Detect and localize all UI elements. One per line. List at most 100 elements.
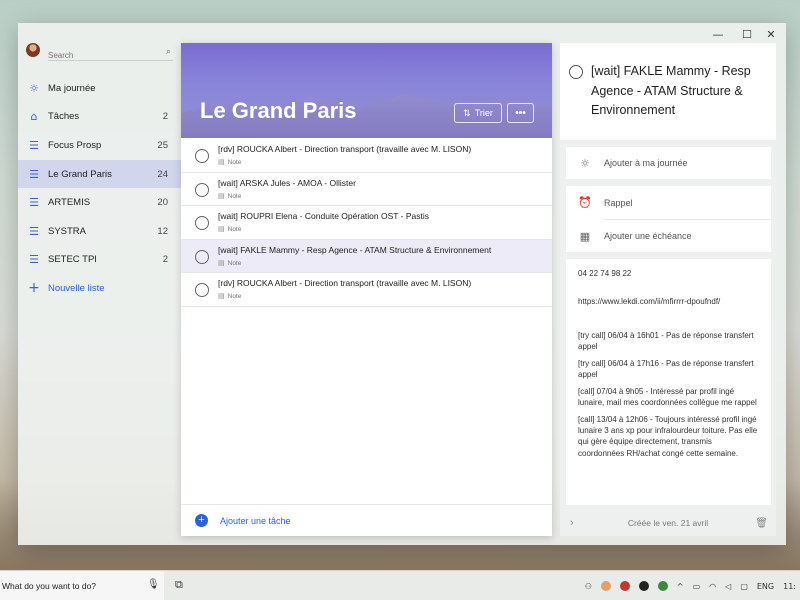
plus-icon: + — [28, 280, 40, 297]
reminder-label: Rappel — [604, 197, 633, 208]
task-row[interactable]: [rdv] ROUCKA Albert - Direction transpor… — [181, 139, 552, 173]
sort-icon: ⇅ — [463, 107, 471, 118]
task-row[interactable]: [rdv] ROUCKA Albert - Direction transpor… — [181, 273, 552, 307]
task-row[interactable]: [wait] ARSKA Jules - AMOA - Ollister ▤ No… — [181, 173, 552, 206]
sidebar-item-le-grand-paris[interactable]: ☰ Le Grand Paris 24 — [18, 159, 181, 189]
note-label: Note — [227, 293, 242, 300]
task-title[interactable]: [rdv] ROUCKA Albert - Direction transpor… — [218, 278, 471, 288]
chevron-up-icon[interactable]: ^ — [677, 582, 684, 591]
alarm-clock-icon: ⏰ — [578, 196, 592, 209]
task-row[interactable]: [wait] ROUPRI Elena - Conduite Opération… — [181, 206, 552, 240]
reminder-button[interactable]: ⏰ Rappel — [566, 186, 771, 219]
app-icon[interactable] — [600, 581, 611, 591]
search-icon[interactable]: ⌕ — [166, 46, 171, 57]
maximize-button[interactable]: ☐ — [735, 26, 759, 44]
note-label: Note — [227, 226, 242, 233]
todo-window: — ☐ ✕ ⌕ ☼ Ma journée ⌂ Tâches 2 ☰ Focus … — [18, 23, 786, 545]
sort-button[interactable]: ⇅ Trier — [454, 103, 502, 123]
battery-icon[interactable]: ▭ — [693, 582, 701, 591]
note-label: Note — [227, 159, 242, 166]
detail-complete-checkbox[interactable] — [569, 65, 583, 79]
sidebar-item-count: 25 — [157, 139, 168, 151]
add-to-my-day-button[interactable]: ☼ Ajouter à ma journée — [566, 147, 771, 179]
task-list: [rdv] ROUCKA Albert - Direction transpor… — [181, 139, 552, 307]
task-view-icon[interactable]: ⧉ — [175, 578, 183, 592]
sidebar-item-label: Tâches — [48, 111, 80, 123]
minimize-button[interactable]: — — [706, 26, 730, 44]
sidebar-item-setec-tpi[interactable]: ☰ SETEC TPI 2 — [18, 246, 181, 275]
profile[interactable] — [26, 43, 40, 57]
cortana-search-box[interactable]: What do you want to do? — [0, 571, 164, 600]
volume-icon[interactable]: ◁ — [725, 582, 731, 591]
home-icon: ⌂ — [30, 110, 38, 124]
app-icon[interactable] — [657, 581, 668, 591]
task-title[interactable]: [wait] ARSKA Jules - AMOA - Ollister — [218, 178, 356, 188]
reminder-due-card: ⏰ Rappel ▦ Ajouter une échéance — [566, 186, 771, 252]
list-icon: ☰ — [29, 196, 39, 210]
task-title[interactable]: [wait] ROUPRI Elena - Conduite Opération… — [218, 211, 429, 221]
task-note-indicator: ▤ Note — [218, 158, 241, 166]
new-list-label: Nouvelle liste — [48, 282, 105, 294]
note-line: 04 22 74 98 22 — [578, 269, 632, 278]
task-title[interactable]: [wait] FAKLE Mammy - Resp Agence - ATAM … — [218, 245, 491, 255]
sidebar-item-label: Ma journée — [48, 82, 96, 94]
collapse-pane-icon[interactable]: › — [570, 517, 574, 529]
task-row-selected[interactable]: [wait] FAKLE Mammy - Resp Agence - ATAM … — [181, 239, 552, 273]
wifi-icon[interactable]: ◠ — [709, 582, 716, 591]
sidebar-item-taches[interactable]: ⌂ Tâches 2 — [18, 103, 181, 132]
task-complete-checkbox[interactable] — [195, 182, 209, 197]
sidebar-item-label: SETEC TPI — [48, 254, 97, 266]
task-complete-checkbox[interactable] — [195, 249, 209, 264]
note-label: Note — [227, 192, 242, 200]
add-task-label: Ajouter une tâche — [220, 515, 291, 526]
sidebar-item-count: 2 — [162, 254, 168, 266]
sidebar-item-artemis[interactable]: ☰ ARTEMIS 20 — [18, 188, 181, 217]
cortana-placeholder: What do you want to do? — [2, 581, 97, 591]
add-to-my-day-label: Ajouter à ma journée — [604, 158, 688, 168]
task-note-indicator: ▤ Note — [218, 192, 241, 200]
more-options-button[interactable]: ••• — [507, 103, 534, 123]
close-button[interactable]: ✕ — [759, 26, 783, 44]
github-icon[interactable] — [638, 581, 649, 591]
trash-icon[interactable]: 🗑 — [755, 518, 768, 529]
note-line: [try call] 06/04 à 17h16 - Pas de répons… — [578, 358, 754, 379]
note-line: [call] 07/04 à 9h05 - Intéressé par prof… — [578, 386, 757, 408]
note-icon: ▤ — [218, 226, 225, 233]
microphone-icon[interactable]: 🎙 — [147, 579, 160, 590]
calendar-icon: ▦ — [579, 229, 591, 243]
detail-title-card: [wait] FAKLE Mammy - Resp Agence - ATAM … — [560, 43, 776, 140]
add-task-button[interactable]: + Ajouter une tâche — [181, 504, 552, 536]
language-indicator[interactable]: ENG — [757, 582, 774, 591]
list-icon: ☰ — [29, 167, 39, 181]
detail-footer: › Créée le ven. 21 avril 🗑 — [560, 510, 776, 536]
task-complete-checkbox[interactable] — [195, 149, 209, 163]
sidebar-item-focus-prosp[interactable]: ☰ Focus Prosp 25 — [18, 131, 181, 160]
list-icon: ☰ — [29, 138, 39, 152]
new-list-button[interactable]: + Nouvelle liste — [18, 274, 181, 303]
add-to-my-day-card[interactable]: ☼ Ajouter à ma journée — [566, 147, 771, 179]
sidebar-item-ma-journee[interactable]: ☼ Ma journée — [18, 74, 181, 103]
task-complete-checkbox[interactable] — [195, 283, 209, 297]
due-date-button[interactable]: ▦ Ajouter une échéance — [566, 220, 771, 252]
clock[interactable]: 11: — [783, 582, 796, 591]
people-icon[interactable]: ⚇ — [585, 582, 592, 591]
app-icon[interactable] — [619, 581, 630, 591]
sidebar-item-label: SYSTRA — [48, 225, 87, 237]
sort-label: Trier — [474, 108, 493, 118]
task-note-indicator: ▤ Note — [218, 225, 241, 233]
search-input[interactable] — [48, 48, 158, 63]
sidebar: ⌕ ☼ Ma journée ⌂ Tâches 2 ☰ Focus Prosp … — [18, 23, 181, 545]
search-box[interactable]: ⌕ — [48, 45, 173, 63]
note-label: Note — [227, 259, 242, 267]
note-icon: ▤ — [218, 259, 225, 267]
note-icon: ▤ — [218, 293, 225, 300]
notes-field[interactable]: 04 22 74 98 22 https://www.lekdi.com/ii/… — [566, 259, 771, 505]
avatar[interactable] — [26, 43, 40, 57]
action-center-icon[interactable]: ▢ — [740, 582, 748, 591]
sidebar-item-systra[interactable]: ☰ SYSTRA 12 — [18, 217, 181, 246]
sidebar-item-label: Focus Prosp — [48, 139, 102, 151]
detail-task-title[interactable]: [wait] FAKLE Mammy - Resp Agence - ATAM … — [591, 62, 767, 121]
task-complete-checkbox[interactable] — [195, 216, 209, 230]
task-title[interactable]: [rdv] ROUCKA Albert - Direction transpor… — [218, 144, 471, 154]
add-icon: + — [195, 514, 208, 527]
